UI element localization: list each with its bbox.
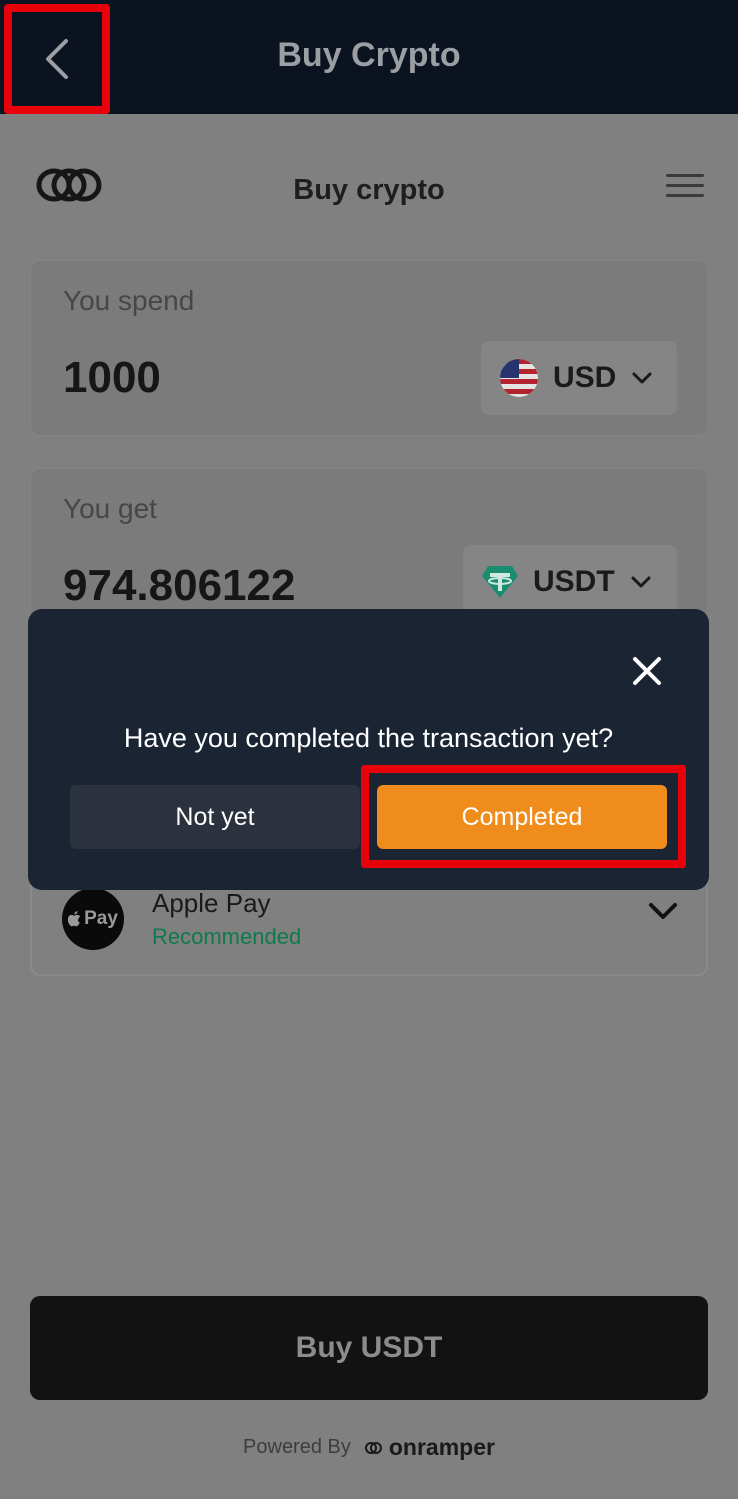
fiat-currency-selector[interactable]: USD bbox=[481, 341, 677, 415]
powered-by-label: Powered By bbox=[243, 1436, 351, 1458]
crypto-currency-selector[interactable]: USDT bbox=[463, 545, 677, 619]
payment-method-tag: Recommended bbox=[152, 924, 302, 949]
completed-button[interactable]: Completed bbox=[377, 785, 667, 849]
chevron-down-icon bbox=[632, 372, 652, 384]
tether-icon bbox=[482, 566, 518, 598]
page-title: Buy Crypto bbox=[277, 36, 461, 74]
chevron-down-icon bbox=[631, 576, 651, 588]
get-label: You get bbox=[63, 493, 157, 524]
buy-button[interactable]: Buy USDT bbox=[30, 1296, 708, 1400]
completion-dialog: Have you completed the transaction yet? … bbox=[28, 609, 709, 890]
get-amount: 974.806122 bbox=[63, 561, 296, 610]
onramper-brand-text: onramper bbox=[388, 1434, 495, 1460]
payment-method-name: Apple Pay bbox=[152, 888, 271, 918]
spend-label: You spend bbox=[63, 285, 195, 316]
onramper-brand[interactable]: onramper bbox=[364, 1434, 495, 1461]
hamburger-menu-icon[interactable] bbox=[666, 174, 704, 204]
onramper-logo-icon bbox=[364, 1441, 382, 1454]
app-bar: Buy Crypto bbox=[0, 0, 738, 114]
apple-pay-icon-text: Pay bbox=[84, 908, 118, 929]
fiat-currency-code: USD bbox=[553, 361, 617, 394]
widget-title: Buy crypto bbox=[293, 174, 445, 206]
us-flag-icon bbox=[500, 359, 538, 397]
crypto-currency-code: USDT bbox=[533, 565, 615, 598]
close-icon[interactable] bbox=[629, 653, 665, 689]
chevron-down-icon bbox=[649, 903, 677, 919]
spend-amount-input[interactable]: 1000 bbox=[63, 353, 161, 403]
not-yet-button[interactable]: Not yet bbox=[70, 785, 360, 849]
dialog-question: Have you completed the transaction yet? bbox=[123, 723, 614, 753]
apple-pay-icon: Pay bbox=[62, 888, 124, 950]
spend-card: You spend 1000 USD bbox=[30, 260, 708, 436]
powered-by: Powered By onramper bbox=[0, 1434, 738, 1461]
